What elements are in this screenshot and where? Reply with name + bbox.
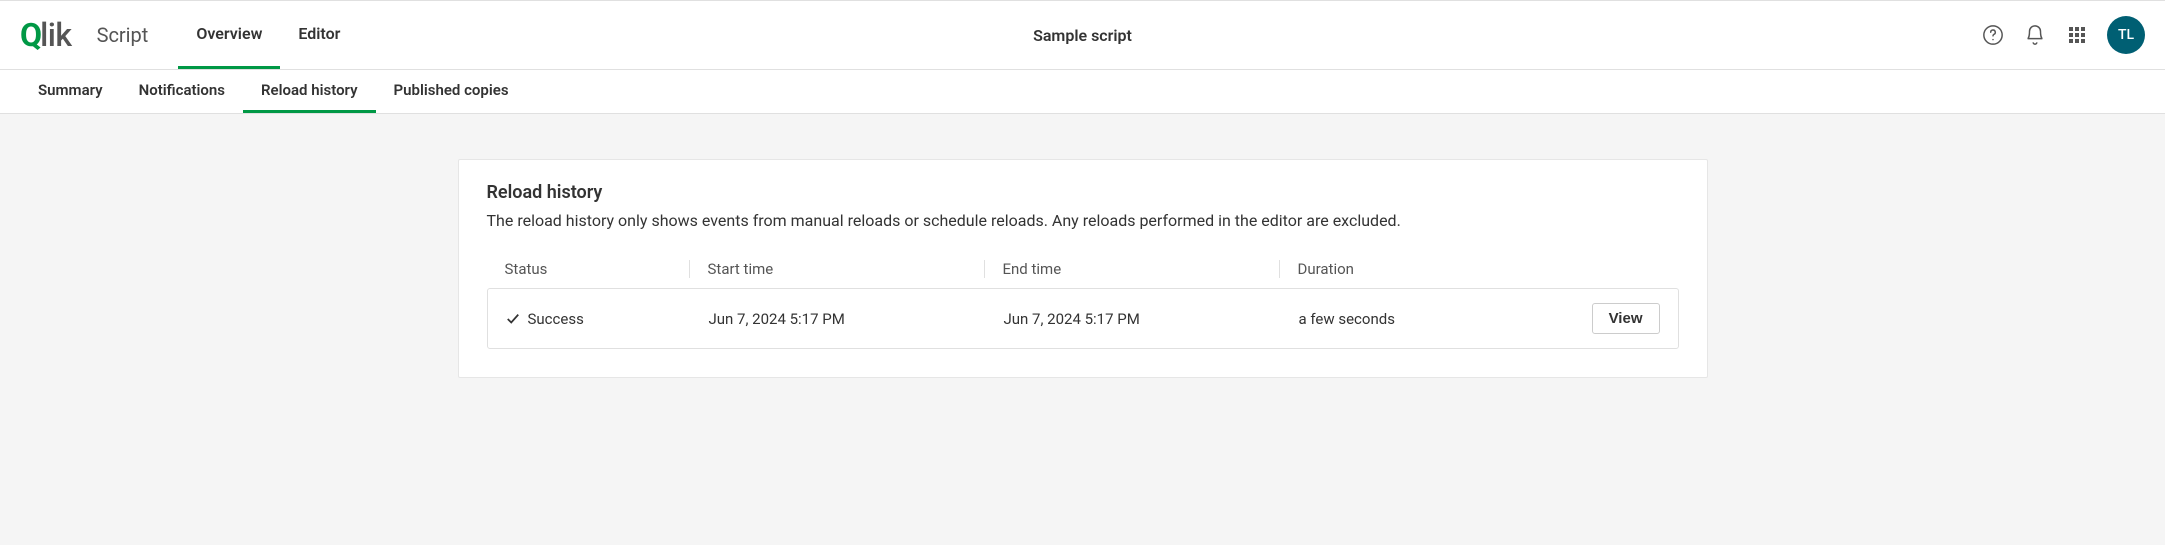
cell-action: View (1511, 303, 1660, 334)
qlik-logo-text: lik (40, 16, 72, 54)
table-header: Status Start time End time Duration (487, 250, 1679, 288)
panel-title: Reload history (487, 182, 1679, 203)
panel-description: The reload history only shows events fro… (487, 211, 1679, 230)
header-right: TL (1981, 16, 2145, 54)
cell-end: Jun 7, 2024 5:17 PM (986, 310, 1281, 328)
tab-overview[interactable]: Overview (178, 1, 280, 69)
checkmark-icon (506, 312, 520, 326)
sub-tab-published-copies[interactable]: Published copies (376, 70, 527, 113)
col-header-status: Status (505, 260, 690, 278)
col-header-action (1510, 260, 1661, 278)
qlik-logo-q-icon: Q (20, 16, 42, 54)
view-button[interactable]: View (1592, 303, 1660, 334)
tab-editor[interactable]: Editor (280, 1, 358, 69)
primary-tabs: Overview Editor (178, 1, 358, 69)
top-header: Qlik Script Overview Editor Sample scrip… (0, 0, 2165, 70)
apps-grid-icon[interactable] (2065, 23, 2089, 47)
reload-history-panel: Reload history The reload history only s… (458, 159, 1708, 378)
avatar[interactable]: TL (2107, 16, 2145, 54)
bell-icon[interactable] (2023, 23, 2047, 47)
col-header-duration: Duration (1280, 260, 1510, 278)
help-icon[interactable] (1981, 23, 2005, 47)
col-header-end: End time (985, 260, 1280, 278)
qlik-logo[interactable]: Qlik (20, 16, 72, 54)
sub-tab-notifications[interactable]: Notifications (121, 70, 243, 113)
status-text: Success (528, 310, 584, 328)
sub-tab-reload-history[interactable]: Reload history (243, 70, 376, 113)
cell-start: Jun 7, 2024 5:17 PM (691, 310, 986, 328)
app-type-label: Script (97, 23, 149, 47)
main-area: Reload history The reload history only s… (0, 114, 2165, 423)
sub-tab-summary[interactable]: Summary (20, 70, 121, 113)
page-title: Sample script (1033, 26, 1132, 45)
cell-duration: a few seconds (1281, 310, 1511, 328)
col-header-start: Start time (690, 260, 985, 278)
sub-nav: Summary Notifications Reload history Pub… (0, 70, 2165, 114)
cell-status: Success (506, 310, 691, 328)
table-row: Success Jun 7, 2024 5:17 PM Jun 7, 2024 … (487, 288, 1679, 349)
